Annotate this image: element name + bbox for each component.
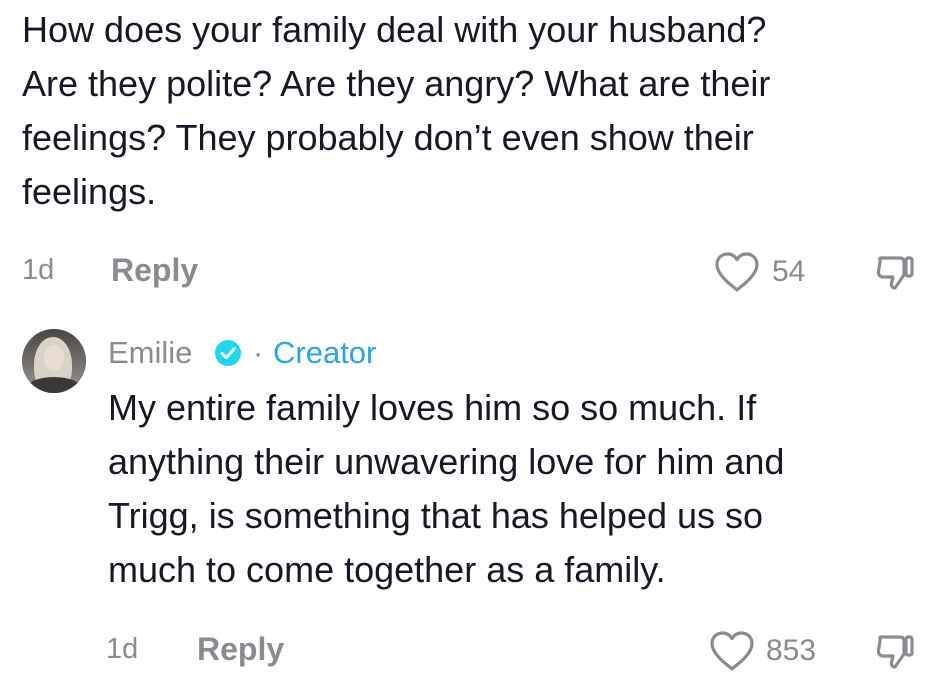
dislike-button[interactable] — [873, 629, 917, 673]
comment-text: How does your family deal with your husb… — [22, 3, 770, 219]
heart-outline-icon — [710, 631, 754, 671]
comment-line: feelings? They probably don’t even show … — [22, 117, 754, 158]
reply-line: My entire family loves him so so much. I… — [108, 387, 757, 428]
creator-badge: Creator — [273, 335, 377, 370]
reply-actions: 1d Reply 853 — [0, 619, 938, 679]
like-count: 853 — [766, 634, 817, 667]
thumbs-down-outline-icon — [876, 635, 914, 669]
comment-line: Are they polite? Are they angry? What ar… — [22, 63, 771, 104]
comment-line: feelings. — [22, 171, 157, 212]
separator-dot: · — [253, 335, 264, 370]
comment-line: How does your family deal with your husb… — [22, 9, 767, 50]
avatar[interactable] — [22, 329, 86, 393]
dislike-button[interactable] — [873, 250, 917, 294]
comment-actions: 1d Reply 54 — [0, 240, 938, 300]
reply-line: Trigg, is something that has helped us s… — [108, 495, 764, 536]
author-name[interactable]: Emilie — [108, 333, 192, 373]
reply-button[interactable]: Reply — [197, 629, 284, 669]
like-count: 54 — [772, 255, 806, 288]
reply-text: My entire family loves him so so much. I… — [108, 381, 784, 597]
like-button[interactable]: 54 — [713, 250, 823, 292]
reply-line: anything their unwavering love for him a… — [108, 441, 785, 482]
heart-outline-icon — [715, 252, 759, 292]
like-button[interactable]: 853 — [708, 629, 838, 671]
reply-button[interactable]: Reply — [111, 250, 198, 290]
comment-timestamp: 1d — [22, 254, 55, 286]
reply-timestamp: 1d — [106, 633, 139, 665]
thumbs-down-outline-icon — [876, 256, 914, 290]
reply-line: much to come together as a family. — [108, 549, 666, 590]
verified-check-icon — [215, 340, 241, 366]
